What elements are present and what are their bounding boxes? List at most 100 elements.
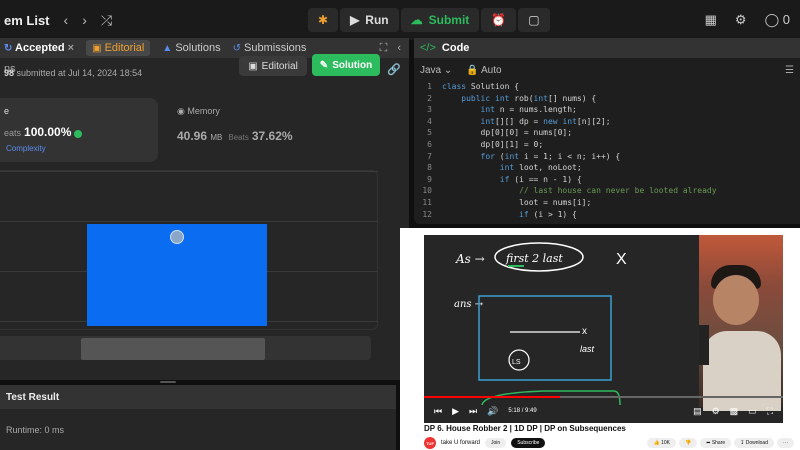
download-icon: ↧ xyxy=(740,440,745,446)
note-button[interactable]: ▢ xyxy=(518,8,550,32)
code-line[interactable]: 6 dp[0][1] = 0; xyxy=(414,139,800,151)
settings-icon[interactable]: ⚙ xyxy=(712,406,720,417)
language-select[interactable]: Java ⌄ xyxy=(420,65,452,76)
refresh-icon: ↻ xyxy=(4,43,13,54)
svg-text:first 2 last: first 2 last xyxy=(505,252,563,265)
code-tab[interactable]: </> Code xyxy=(414,38,800,58)
share-button[interactable]: ➦ Share xyxy=(700,438,732,448)
code-text: dp[0][0] = nums[0]; xyxy=(442,128,573,138)
play-icon: ▶ xyxy=(350,13,360,27)
theater-icon[interactable]: ▭ xyxy=(748,406,757,417)
close-icon[interactable]: × xyxy=(68,42,74,54)
panel-resize-handle[interactable] xyxy=(160,381,176,383)
code-editor[interactable]: 1 class Solution { 2 public int rob(int[] … xyxy=(414,81,800,220)
history-icon: ↺ xyxy=(232,43,241,54)
memory-value: 40.96 MB Beats 37.62% xyxy=(177,129,293,143)
grid-line xyxy=(0,171,378,172)
code-line[interactable]: 1 class Solution { xyxy=(414,81,800,93)
editorial-button[interactable]: ▣ Editorial xyxy=(239,56,307,76)
tab-solutions[interactable]: ▲ Solutions xyxy=(162,42,220,54)
video-meta: TUF take U forward Join Subscribe 👍 10K … xyxy=(424,436,794,450)
tab-submissions[interactable]: ↺ Submissions xyxy=(233,42,307,54)
like-button[interactable]: 👍 10K xyxy=(647,438,676,448)
menu-icon[interactable]: ☰ xyxy=(785,65,794,76)
line-number: 1 xyxy=(427,82,432,91)
run-button[interactable]: ▶ Run xyxy=(340,8,399,32)
code-line[interactable]: 11 loot = nums[i]; xyxy=(414,197,800,209)
solution-button[interactable]: ✎ Solution xyxy=(312,54,380,76)
cloud-upload-icon: ☁ xyxy=(410,13,423,27)
svg-text:last: last xyxy=(580,344,595,354)
memory-label: ◉ Memory xyxy=(177,106,220,116)
code-text: int loot, noLoot; xyxy=(499,163,582,173)
chevron-down-icon: ⌄ xyxy=(443,64,453,76)
code-line[interactable]: 7 for (int i = 1; i < n; i++) { xyxy=(414,151,800,163)
top-bar: em List ‹ › ⤮ ✱ ▶ Run ☁ Submit ⏰ ▢ ▦ ⚙ ◯ 0 xyxy=(0,0,800,40)
channel-name[interactable]: take U forward xyxy=(441,440,480,446)
join-button[interactable]: Join xyxy=(485,438,507,448)
download-button[interactable]: ↧ Download xyxy=(734,438,774,448)
code-text: dp[0][1] = 0; xyxy=(442,139,544,149)
expand-icon[interactable]: ⛶ xyxy=(380,42,388,55)
chevron-left-icon[interactable]: ‹ xyxy=(64,12,69,28)
svg-text:X: X xyxy=(616,251,627,268)
presenter-face xyxy=(713,275,759,325)
tab-accepted[interactable]: ↻ Accepted × xyxy=(4,42,74,54)
captions-icon[interactable]: ▤ xyxy=(693,406,702,417)
code-line[interactable]: 8 int loot, noLoot; xyxy=(414,162,800,174)
video-frame[interactable]: As → first 2 last X ans → x last LS xyxy=(424,235,783,423)
subscribe-button[interactable]: Subscribe xyxy=(511,438,546,448)
gear-icon[interactable]: ⚙ xyxy=(735,12,747,28)
note-icon: ▢ xyxy=(528,13,540,27)
code-line[interactable]: 10 // last house can never be looted alr… xyxy=(414,185,800,197)
code-line[interactable]: 9 if (i == n - 1) { xyxy=(414,174,800,186)
dislike-button[interactable]: 👎 xyxy=(678,438,698,448)
edit-icon: ✎ xyxy=(319,59,329,71)
code-text: class Solution { xyxy=(442,82,520,91)
code-line[interactable]: 3 int n = nums.length; xyxy=(414,104,800,116)
volume-icon[interactable]: 🔊 xyxy=(487,406,498,417)
more-button[interactable]: ⋯ xyxy=(777,438,794,448)
timer-button[interactable]: ⏰ xyxy=(481,8,517,32)
video-player-window: As → first 2 last X ans → x last LS ⏮ ▶ … xyxy=(400,228,800,450)
collapse-chevron-icon[interactable]: ‹ xyxy=(397,42,401,55)
link-icon[interactable]: 🔗 xyxy=(387,63,401,76)
submit-button[interactable]: ☁ Submit xyxy=(400,8,480,32)
play-icon[interactable]: ▶ xyxy=(452,406,459,417)
code-text: if (i == n - 1) { xyxy=(499,174,582,184)
fullscreen-icon[interactable]: ⛶ xyxy=(767,406,773,417)
share-icon: ➦ xyxy=(706,440,711,446)
code-line[interactable]: 4 int[][] dp = new int[n][2]; xyxy=(414,116,800,128)
code-text: loot = nums[i]; xyxy=(442,197,592,207)
miniplayer-icon[interactable]: ▩ xyxy=(730,406,739,417)
complexity-link[interactable]: Complexity xyxy=(6,144,46,153)
chevron-right-icon[interactable]: › xyxy=(82,12,87,28)
tab-editorial[interactable]: ▣ Editorial xyxy=(86,40,151,56)
runtime-card[interactable]: e eats 100.00% Complexity xyxy=(0,98,158,162)
test-result-panel: Test Result Runtime: 0 ms xyxy=(0,385,396,450)
line-number: 7 xyxy=(427,151,432,161)
channel-logo[interactable]: TUF xyxy=(424,437,436,449)
layout-grid-icon[interactable]: ▦ xyxy=(705,12,717,28)
video-progress-fill xyxy=(424,396,561,398)
thumbs-down-icon: 👎 xyxy=(684,440,692,446)
thumbs-up-icon: 👍 xyxy=(653,440,660,446)
line-number: 2 xyxy=(427,93,432,103)
code-text: int[][] dp = new int[n][2]; xyxy=(480,116,611,126)
shuffle-icon[interactable]: ⤮ xyxy=(101,12,112,29)
video-title: DP 6. House Robber 2 | 1D DP | DP on Sub… xyxy=(424,424,626,433)
memory-card[interactable]: ◉ Memory 40.96 MB Beats 37.62% xyxy=(177,106,293,143)
mode-toggle[interactable]: 🔒 Auto xyxy=(466,65,501,76)
video-progress-bar[interactable] xyxy=(424,396,783,398)
code-line[interactable]: 2 public int rob(int[] nums) { xyxy=(414,93,800,105)
previous-icon[interactable]: ⏮ xyxy=(434,406,442,417)
problem-list-title[interactable]: em List xyxy=(4,13,50,28)
code-line[interactable]: 5 dp[0][0] = nums[0]; xyxy=(414,127,800,139)
streak-counter[interactable]: ◯ 0 xyxy=(765,12,790,28)
range-slider-selection[interactable] xyxy=(81,338,265,360)
test-result-header[interactable]: Test Result xyxy=(0,385,396,409)
debug-button[interactable]: ✱ xyxy=(308,8,339,32)
code-line[interactable]: 12 if (i > 1) { xyxy=(414,209,800,221)
bug-icon: ✱ xyxy=(318,13,329,27)
next-icon[interactable]: ⏭ xyxy=(469,406,477,417)
